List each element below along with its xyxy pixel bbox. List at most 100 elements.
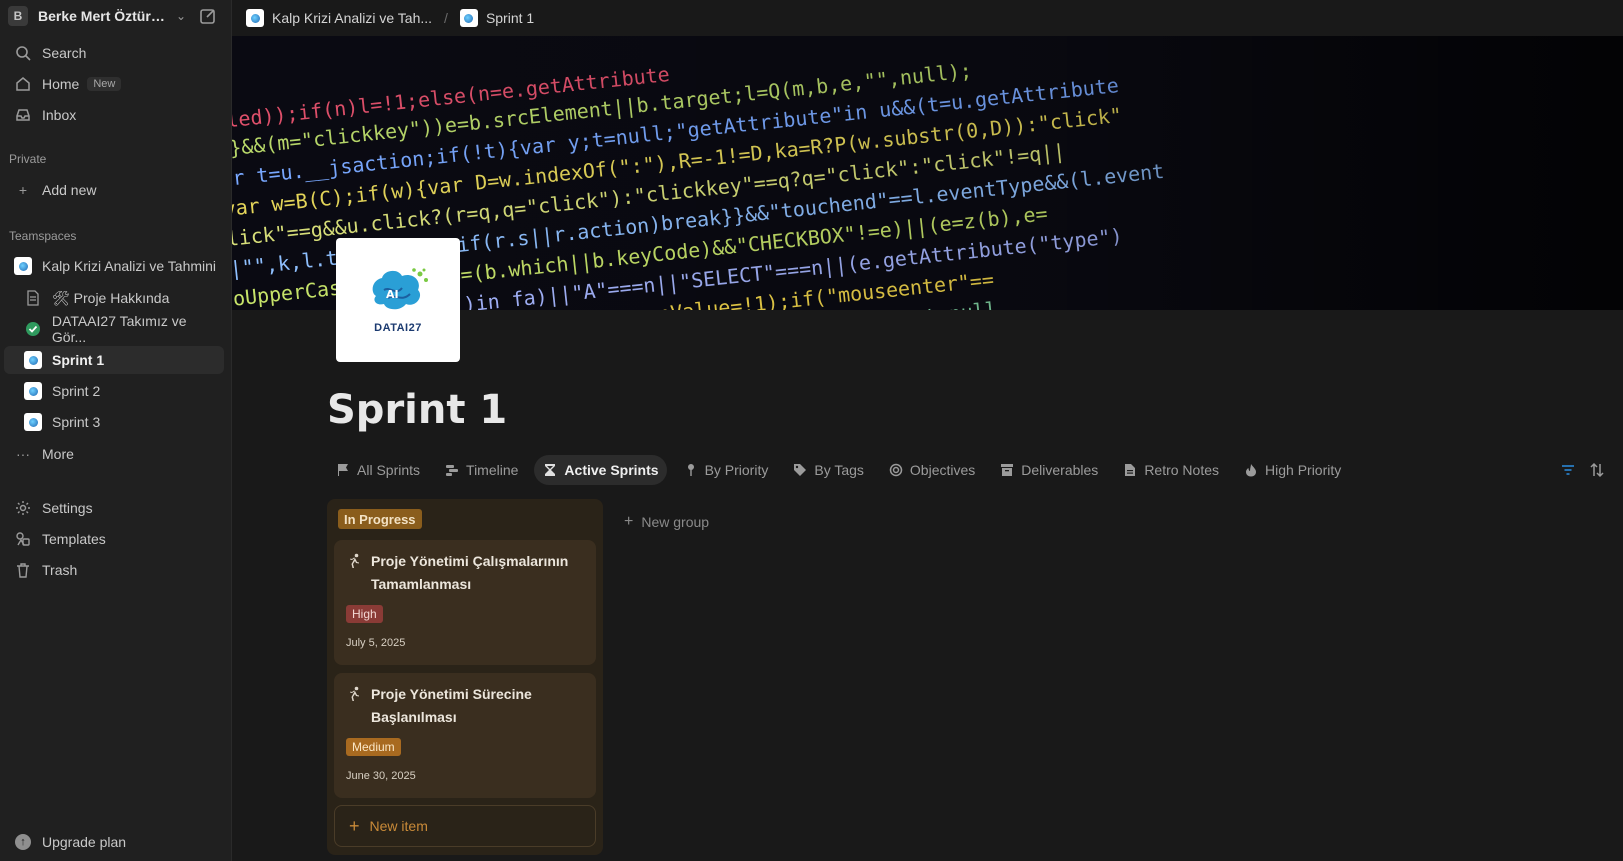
- new-page-icon[interactable]: [198, 6, 218, 26]
- settings-label: Settings: [42, 500, 93, 516]
- teamspace-logo-icon: [14, 257, 32, 275]
- plus-icon: +: [624, 513, 634, 530]
- board-group-in-progress: In Progress Proje Yönetimi Çalışmalarını…: [327, 499, 603, 855]
- tab-active-sprints[interactable]: Active Sprints: [534, 455, 667, 485]
- page-logo-icon: [24, 351, 42, 369]
- inbox-icon: [16, 109, 30, 121]
- more-label: More: [42, 446, 74, 462]
- trash-button[interactable]: Trash: [4, 556, 224, 584]
- tab-all-sprints[interactable]: All Sprints: [327, 455, 428, 485]
- breadcrumb-current-label: Sprint 1: [485, 10, 535, 26]
- tag-icon: [792, 462, 808, 478]
- inbox-label: Inbox: [42, 107, 77, 123]
- breadcrumb-separator: /: [444, 10, 448, 26]
- tab-retro-notes[interactable]: Retro Notes: [1114, 455, 1227, 485]
- home-icon: [16, 77, 30, 91]
- fire-icon: [1243, 462, 1259, 478]
- archive-icon: [999, 462, 1015, 478]
- sidebar-item-label: Sprint 1: [52, 352, 105, 368]
- add-new-button[interactable]: + Add new: [4, 176, 224, 204]
- chevron-down-icon[interactable]: ⌄: [176, 9, 186, 23]
- trash-label: Trash: [42, 562, 78, 578]
- home-label: Home: [42, 76, 80, 92]
- document-icon: [27, 290, 39, 306]
- view-tabs: All Sprints Timeline Active Sprints By P…: [327, 454, 1357, 486]
- new-group-button[interactable]: + New group: [624, 513, 709, 531]
- pin-icon: [683, 462, 699, 478]
- tab-label: Timeline: [466, 462, 519, 478]
- settings-button[interactable]: Settings: [4, 494, 224, 522]
- running-person-icon: [350, 553, 359, 568]
- tab-label: By Tags: [814, 462, 864, 478]
- breadcrumb-current[interactable]: Sprint 1: [459, 9, 535, 27]
- flag-icon: [335, 462, 351, 478]
- sidebar-item-sprint-2[interactable]: Sprint 2: [4, 377, 224, 405]
- board-card[interactable]: Proje Yönetimi Sürecine Başlanılması Med…: [334, 673, 596, 798]
- tab-label: Retro Notes: [1144, 462, 1220, 478]
- board-card[interactable]: Proje Yönetimi Çalışmalarının Tamamlanma…: [334, 540, 596, 665]
- home-button[interactable]: Home New: [4, 70, 224, 98]
- running-person-icon: [350, 686, 359, 701]
- search-button[interactable]: Search: [4, 39, 224, 67]
- group-status-badge[interactable]: In Progress: [338, 509, 422, 529]
- add-new-label: Add new: [42, 182, 97, 198]
- check-circle-icon: [25, 322, 40, 336]
- page-logo-icon: [459, 9, 478, 27]
- hourglass-icon: [542, 462, 558, 478]
- card-date: July 5, 2025: [346, 637, 406, 649]
- templates-icon: [16, 532, 30, 546]
- tab-label: High Priority: [1265, 462, 1342, 478]
- tab-high-priority[interactable]: High Priority: [1235, 455, 1349, 485]
- tab-label: Active Sprints: [564, 462, 659, 478]
- sidebar-item-label: Sprint 3: [52, 414, 101, 430]
- page-logo-icon: [24, 382, 42, 400]
- page-title[interactable]: Sprint 1: [327, 387, 507, 433]
- teamspace-item[interactable]: Kalp Krizi Analizi ve Tahmini: [4, 252, 224, 280]
- card-title: Proje Yönetimi Sürecine Başlanılması: [371, 686, 532, 725]
- svg-text:AI: AI: [386, 288, 399, 301]
- sort-icon[interactable]: [1589, 462, 1605, 478]
- plus-icon: +: [18, 182, 28, 198]
- page-logo-icon: [24, 413, 42, 431]
- teamspace-label: Kalp Krizi Analizi ve Tahmini: [42, 258, 217, 274]
- upgrade-plan-button[interactable]: ↑ Upgrade plan: [4, 828, 224, 856]
- card-date: June 30, 2025: [346, 770, 416, 782]
- file-icon: [1122, 462, 1138, 478]
- more-button[interactable]: ··· More: [4, 440, 224, 468]
- card-title: Proje Yönetimi Çalışmalarının Tamamlanma…: [371, 553, 569, 592]
- workspace-switcher[interactable]: B Berke Mert Öztürk... ⌄: [8, 4, 224, 28]
- filter-icon[interactable]: [1560, 462, 1576, 478]
- topbar: Kalp Krizi Analizi ve Tah... / Sprint 1: [232, 0, 1623, 36]
- tab-label: By Priority: [704, 462, 769, 478]
- teamspaces-section-label: Teamspaces: [9, 229, 77, 243]
- page-icon[interactable]: AI DATAI27: [336, 238, 460, 362]
- sidebar: B Berke Mert Öztürk... ⌄ Search Home New…: [0, 0, 232, 861]
- templates-button[interactable]: Templates: [4, 525, 224, 553]
- sidebar-item-sprint-3[interactable]: Sprint 3: [4, 408, 224, 436]
- upgrade-arrow-icon: ↑: [15, 834, 31, 850]
- tab-timeline[interactable]: Timeline: [436, 455, 526, 485]
- new-badge: New: [87, 77, 122, 91]
- trash-icon: [17, 563, 29, 578]
- sidebar-item-dataai27[interactable]: DATAAI27 Takımız ve Gör...: [4, 313, 224, 345]
- search-icon: [16, 46, 31, 61]
- private-section-label: Private: [9, 152, 47, 166]
- templates-label: Templates: [42, 531, 106, 547]
- sidebar-item-sprint-1[interactable]: Sprint 1: [4, 346, 224, 374]
- inbox-button[interactable]: Inbox: [4, 101, 224, 129]
- brain-ai-logo-icon: AI: [372, 268, 428, 310]
- tab-label: Deliverables: [1021, 462, 1099, 478]
- ellipsis-icon: ···: [16, 446, 30, 462]
- upgrade-label: Upgrade plan: [42, 834, 127, 850]
- sidebar-item-proje-hakkinda[interactable]: 🛠 Proje Hakkında: [4, 284, 224, 312]
- breadcrumb-parent-label: Kalp Krizi Analizi ve Tah...: [272, 10, 433, 26]
- plus-icon: +: [349, 815, 360, 836]
- breadcrumb-parent[interactable]: Kalp Krizi Analizi ve Tah...: [246, 9, 432, 27]
- tab-objectives[interactable]: Objectives: [880, 455, 983, 485]
- tab-deliverables[interactable]: Deliverables: [991, 455, 1106, 485]
- new-item-label: New item: [369, 818, 428, 834]
- sidebar-item-label: DATAAI27 Takımız ve Gör...: [51, 313, 187, 345]
- tab-by-tags[interactable]: By Tags: [784, 455, 872, 485]
- new-item-button[interactable]: + New item: [334, 805, 596, 847]
- tab-by-priority[interactable]: By Priority: [675, 455, 777, 485]
